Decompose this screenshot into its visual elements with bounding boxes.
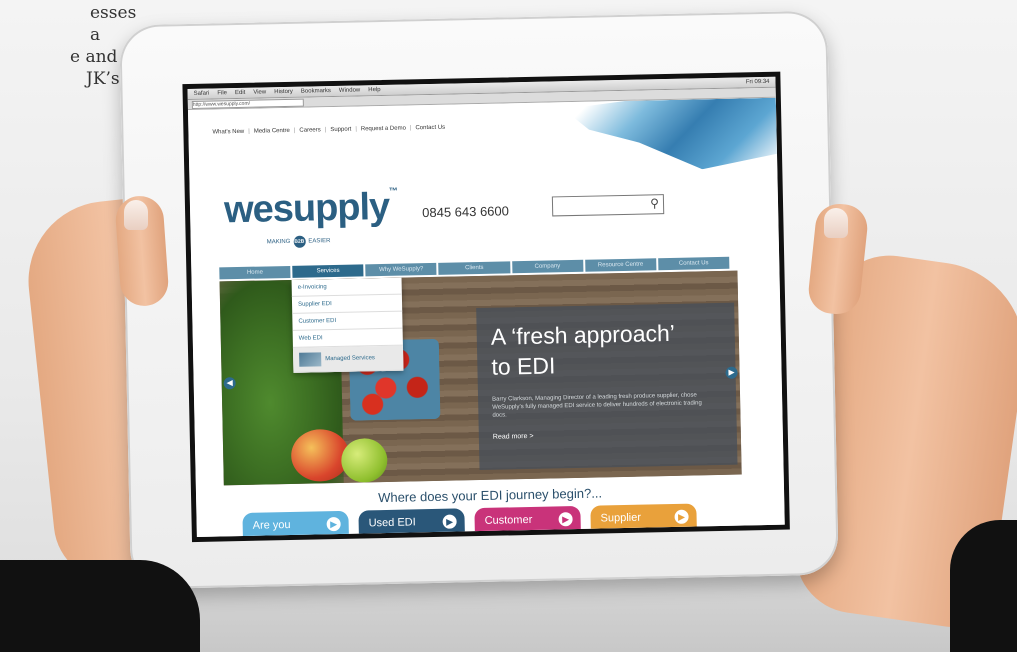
tagline-right: EASIER [308,238,331,245]
nav-item-clients[interactable]: Clients [438,261,511,275]
cta-label: Customer [484,513,533,527]
os-menu-item[interactable]: History [274,89,293,95]
tablet-device: Safari File Edit View History Bookmarks … [119,10,839,590]
topnav-link[interactable]: What's New [212,129,244,136]
os-menu-item[interactable]: Window [339,87,360,93]
left-sleeve [0,560,200,652]
wesupply-logo[interactable]: wesupply™ [224,186,398,233]
topnav-link[interactable]: Contact Us [415,125,445,132]
nav-item-home[interactable]: Home [219,265,291,280]
search-icon[interactable]: ⚲ [650,196,659,210]
left-thumbnail-nail [124,200,148,230]
background-caption: esses a e and JK’s [0,2,140,90]
cta-label: Are you [252,518,291,532]
logo-trademark: ™ [388,185,397,196]
chevron-right-icon: ▶ [326,516,341,532]
hexagon-banner [526,98,777,173]
os-menu-item[interactable]: View [253,89,266,95]
url-input[interactable]: http://www.wesupply.com/ [191,98,304,109]
hero-body-text: Barry Clarkson, Managing Director of a l… [492,392,702,419]
read-more-link[interactable]: Read more > [493,429,723,441]
cta-used-edi[interactable]: Used EDI ▶ [358,508,465,541]
dropdown-item-label: Managed Services [325,355,375,363]
cta-customer[interactable]: Customer ▶ [474,505,581,539]
topnav-link[interactable]: Support [330,127,351,133]
top-utility-nav: What's New | Media Centre | Careers | Suppo… [212,124,446,136]
nav-item-resource-centre[interactable]: Resource Centre [584,258,657,272]
right-thumbnail-nail [824,208,848,238]
caption-line: JK’s [86,69,120,89]
topnav-link[interactable]: Media Centre [254,128,290,135]
right-sleeve [950,520,1017,652]
cta-label: Supplier [600,511,642,525]
b2b-badge: B2B [293,235,306,248]
managed-services-thumbnail [299,352,322,367]
os-menu-item[interactable]: Bookmarks [301,88,331,95]
caption-line: esses a [90,3,137,45]
nav-item-services[interactable]: Services [292,264,364,278]
cta-row: Are you ▶ Used EDI ▶ Customer ▶ Supplier… [242,503,697,543]
os-menu-item[interactable]: Edit [235,90,245,96]
os-menu-item[interactable]: Safari [194,91,210,97]
os-clock: Fri 09:34 [745,78,770,86]
hero-banner: e-Invoicing Supplier EDI Customer EDI We… [219,270,742,486]
cta-are-you[interactable]: Are you ▶ [242,510,350,543]
hero-text-panel: A ‘fresh approach’ to EDI Barry Clarkson… [476,302,738,471]
services-dropdown: e-Invoicing Supplier EDI Customer EDI We… [291,277,404,373]
logo-tagline: MAKING B2B EASIER [267,235,331,248]
chevron-right-icon: ▶ [674,509,689,524]
chevron-right-icon: ▶ [442,514,457,529]
cta-supplier[interactable]: Supplier ▶ [590,503,697,536]
hero-title-line: to EDI [491,352,556,380]
topnav-link[interactable]: Careers [299,127,320,133]
hero-title-line: A ‘fresh approach’ [490,319,676,350]
os-menu-item[interactable]: File [217,90,227,96]
hero-title: A ‘fresh approach’ to EDI [490,317,721,382]
search-input[interactable]: ⚲ [551,194,665,217]
website: What's New | Media Centre | Careers | Suppo… [187,97,785,543]
nav-item-company[interactable]: Company [511,259,584,274]
topnav-link[interactable]: Request a Demo [361,125,406,132]
tagline-left: MAKING [266,238,291,246]
nav-item-contact-us[interactable]: Contact Us [658,256,730,271]
logo-text: wesupply [223,185,390,232]
nav-item-why-wesupply[interactable]: Why WeSupply? [365,262,437,277]
dropdown-item-managed-services[interactable]: Managed Services [292,345,404,373]
phone-number: 0845 643 6600 [422,203,510,221]
chevron-right-icon: ▶ [558,512,573,527]
os-menu-item[interactable]: Help [368,87,380,93]
cta-label: Used EDI [368,516,416,530]
tablet-screen: Safari File Edit View History Bookmarks … [182,71,790,543]
